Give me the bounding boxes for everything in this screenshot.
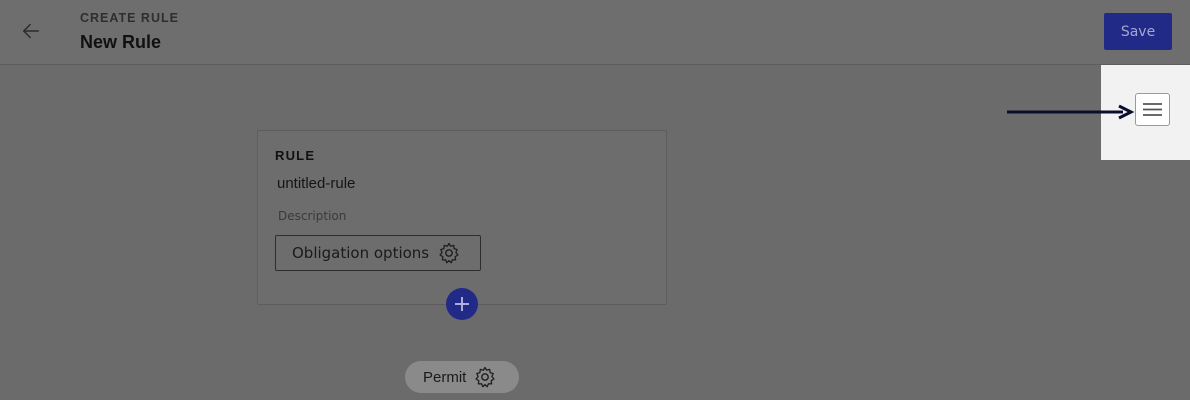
add-button[interactable] xyxy=(446,288,478,320)
top-bar: CREATE RULE New Rule Save xyxy=(0,0,1190,65)
description-field[interactable]: Description xyxy=(278,209,346,223)
page-subtitle: CREATE RULE xyxy=(80,11,179,25)
menu-button[interactable] xyxy=(1135,93,1170,126)
gear-icon xyxy=(475,366,495,388)
gear-icon xyxy=(439,242,459,264)
page-title: New Rule xyxy=(80,32,162,52)
save-button[interactable]: Save xyxy=(1104,13,1172,50)
rule-card: RULE untitled-rule Description Obligatio… xyxy=(257,130,667,305)
plus-icon xyxy=(455,297,469,311)
obligation-options-button[interactable]: Obligation options xyxy=(275,235,481,271)
pointer-arrow-icon xyxy=(1007,104,1135,120)
hamburger-menu-icon xyxy=(1143,103,1162,116)
effect-label: Permit xyxy=(423,368,467,386)
obligation-options-label: Obligation options xyxy=(292,244,430,262)
effect-permit-chip[interactable]: Permit xyxy=(405,361,519,393)
rule-name-field[interactable]: untitled-rule xyxy=(277,175,355,192)
arrow-left-icon[interactable] xyxy=(20,20,42,42)
rule-heading: RULE xyxy=(275,148,316,163)
